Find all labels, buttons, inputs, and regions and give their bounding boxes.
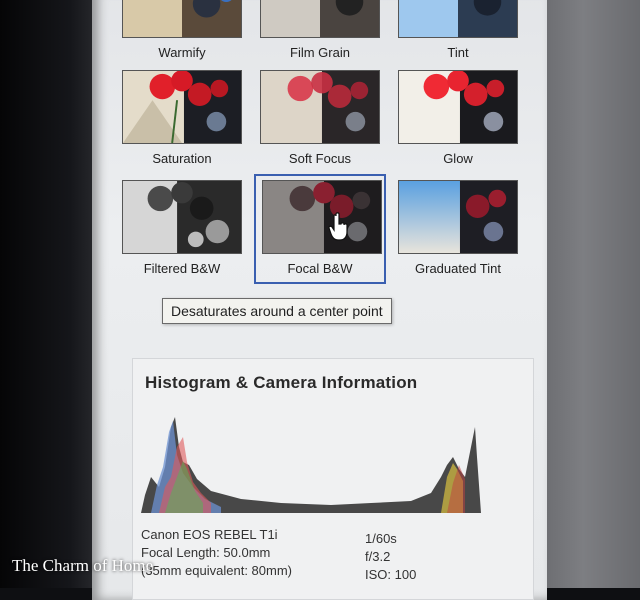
effect-label: Film Grain bbox=[290, 45, 350, 60]
effect-thumbnail bbox=[398, 180, 518, 254]
left-background bbox=[0, 0, 100, 588]
effect-label: Glow bbox=[443, 151, 473, 166]
histogram-title: Histogram & Camera Information bbox=[145, 373, 418, 392]
effect-glow[interactable]: Glow bbox=[392, 66, 524, 172]
effects-panel: Warmify Film Grain Tint Saturation Soft … bbox=[92, 0, 547, 600]
focal-length: Focal Length: 50.0mm bbox=[141, 545, 271, 560]
effect-label: Focal B&W bbox=[287, 261, 353, 276]
hand-cursor-icon bbox=[328, 212, 348, 241]
shutter-speed: 1/60s bbox=[365, 531, 397, 546]
effect-label: Filtered B&W bbox=[143, 261, 221, 276]
effect-label: Graduated Tint bbox=[415, 261, 501, 276]
effect-thumbnail bbox=[398, 0, 518, 38]
iso: ISO: 100 bbox=[365, 567, 417, 582]
effect-label: Saturation bbox=[152, 151, 212, 166]
histogram-graph bbox=[141, 407, 481, 513]
focal-equivalent: (35mm equivalent: 80mm) bbox=[141, 563, 292, 578]
effect-film-grain[interactable]: Film Grain bbox=[254, 0, 386, 66]
watermark: The Charm of Home bbox=[12, 556, 154, 575]
effect-thumbnail bbox=[122, 0, 242, 38]
effect-thumbnail bbox=[122, 180, 242, 254]
camera-model: Canon EOS REBEL T1i bbox=[141, 527, 278, 542]
effect-label: Soft Focus bbox=[288, 151, 352, 166]
effect-label: Warmify bbox=[158, 45, 206, 60]
effect-focal-bw[interactable]: Focal B&W bbox=[254, 174, 386, 284]
effect-graduated-tint[interactable]: Graduated Tint bbox=[392, 176, 524, 282]
right-background bbox=[545, 0, 640, 588]
effect-thumbnail bbox=[260, 70, 380, 144]
effect-label: Tint bbox=[447, 45, 469, 60]
effect-soft-focus[interactable]: Soft Focus bbox=[254, 66, 386, 172]
effect-tint[interactable]: Tint bbox=[392, 0, 524, 66]
effect-thumbnail bbox=[262, 180, 382, 254]
tooltip: Desaturates around a center point bbox=[162, 298, 392, 324]
effect-thumbnail bbox=[398, 70, 518, 144]
effect-filtered-bw[interactable]: Filtered B&W bbox=[116, 176, 248, 282]
effect-saturation[interactable]: Saturation bbox=[116, 66, 248, 172]
effect-thumbnail bbox=[260, 0, 380, 38]
histogram-camera-info: Histogram & Camera Information Canon EOS… bbox=[132, 358, 534, 600]
effect-warmify[interactable]: Warmify bbox=[116, 0, 248, 66]
aperture: f/3.2 bbox=[365, 549, 391, 564]
effect-thumbnail bbox=[122, 70, 242, 144]
